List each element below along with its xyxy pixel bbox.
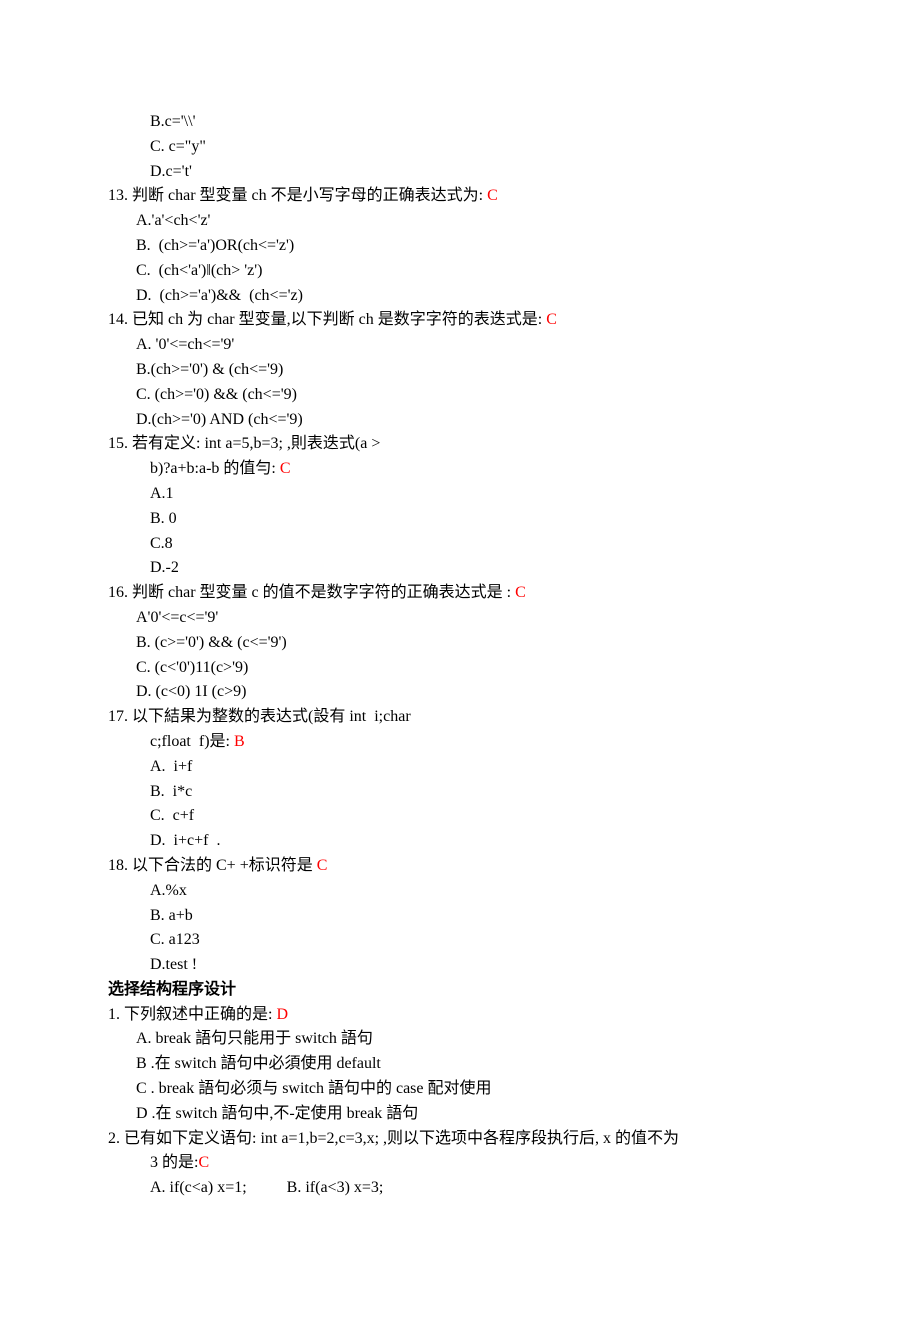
answer-letter: C <box>546 311 557 328</box>
line-text: D. (ch>='a')&& (ch<='z) <box>136 287 303 304</box>
text-line: B. (c>='0') && (c<='9') <box>108 631 800 656</box>
line-text: B. i*c <box>150 783 192 800</box>
text-line: B. 0 <box>108 507 800 532</box>
line-text: B. 0 <box>150 510 177 527</box>
line-text: D. (c<0) 1I (c>9) <box>136 683 246 700</box>
text-line: B.c='\\' <box>108 110 800 135</box>
text-line: C. (c<'0')11(c>'9) <box>108 656 800 681</box>
text-line: C. c="y" <box>108 135 800 160</box>
line-text: A. '0'<=ch<='9' <box>136 336 234 353</box>
line-text: A. i+f <box>150 758 192 775</box>
line-text: B. (ch>='a')OR(ch<='z') <box>136 237 294 254</box>
text-line: A. break 語句只能用于 switch 語句 <box>108 1027 800 1052</box>
text-line: 14. 已知 ch 为 char 型变量,以下判断 ch 是数字字符的表迭式是:… <box>108 308 800 333</box>
line-text: D.test ! <box>150 956 197 973</box>
text-line: b)?a+b:a-b 的值勻: C <box>108 457 800 482</box>
text-line: C. c+f <box>108 804 800 829</box>
text-line: C . break 語句必须与 switch 語句中的 case 配对使用 <box>108 1077 800 1102</box>
line-text: C. (ch>='0) && (ch<='9) <box>136 386 297 403</box>
line-text: c;float f)是: <box>150 733 234 750</box>
line-text: 14. 已知 ch 为 char 型变量,以下判断 ch 是数字字符的表迭式是: <box>108 311 546 328</box>
text-line: 16. 判断 char 型变量 c 的值不是数字字符的正确表达式是 : C <box>108 581 800 606</box>
text-line: D.c='t' <box>108 160 800 185</box>
text-line: 13. 判断 char 型变量 ch 不是小写字母的正确表达式为: C <box>108 184 800 209</box>
line-text: 选择结构程序设计 <box>108 981 236 998</box>
line-text: 3 的是: <box>150 1154 198 1171</box>
text-line: D.-2 <box>108 556 800 581</box>
text-line: 3 的是:C <box>108 1151 800 1176</box>
text-line: D.(ch>='0) AND (ch<='9) <box>108 408 800 433</box>
line-text: B.(ch>='0') & (ch<='9) <box>136 361 283 378</box>
line-text: A.1 <box>150 485 174 502</box>
text-line: 选择结构程序设计 <box>108 978 800 1003</box>
line-text: 17. 以下結果为整数的表达式(設有 int i;char <box>108 708 411 725</box>
line-text: 1. 下列叙述中正确的是: <box>108 1006 276 1023</box>
text-line: C.8 <box>108 532 800 557</box>
line-text: C. c+f <box>150 807 194 824</box>
text-line: B. a+b <box>108 904 800 929</box>
line-text: A. if(c<a) x=1; B. if(a<3) x=3; <box>150 1179 383 1196</box>
line-text: C. (ch<'a')‖(ch> 'z') <box>136 262 262 279</box>
answer-letter: B <box>234 733 245 750</box>
line-text: C . break 語句必须与 switch 語句中的 case 配对使用 <box>136 1080 492 1097</box>
text-line: 18. 以下合法的 C+ +标识符是 C <box>108 854 800 879</box>
line-text: A. break 語句只能用于 switch 語句 <box>136 1030 373 1047</box>
line-text: D. i+c+f . <box>150 832 220 849</box>
answer-letter: C <box>317 857 328 874</box>
text-line: A.%x <box>108 879 800 904</box>
line-text: D .在 switch 語句中,不-定使用 break 語句 <box>136 1105 418 1122</box>
line-text: 13. 判断 char 型变量 ch 不是小写字母的正确表达式为: <box>108 187 487 204</box>
text-line: A. if(c<a) x=1; B. if(a<3) x=3; <box>108 1176 800 1201</box>
text-line: 2. 已有如下定义语句: int a=1,b=2,c=3,x; ,则以下选项中各… <box>108 1127 800 1152</box>
text-line: D. (ch>='a')&& (ch<='z) <box>108 284 800 309</box>
line-text: 15. 若有定义: int a=5,b=3; ,則表迭式(a > <box>108 435 380 452</box>
text-line: 17. 以下結果为整数的表达式(設有 int i;char <box>108 705 800 730</box>
line-text: 2. 已有如下定义语句: int a=1,b=2,c=3,x; ,则以下选项中各… <box>108 1130 679 1147</box>
line-text: b)?a+b:a-b 的值勻: <box>150 460 280 477</box>
line-text: A.'a'<ch<'z' <box>136 212 210 229</box>
line-text: D.-2 <box>150 559 179 576</box>
text-line: D.test ! <box>108 953 800 978</box>
line-text: C.8 <box>150 535 173 552</box>
text-line: D .在 switch 語句中,不-定使用 break 語句 <box>108 1102 800 1127</box>
text-line: A. '0'<=ch<='9' <box>108 333 800 358</box>
answer-letter: C <box>198 1154 209 1171</box>
text-line: A.'a'<ch<'z' <box>108 209 800 234</box>
line-text: B. (c>='0') && (c<='9') <box>136 634 287 651</box>
text-line: A. i+f <box>108 755 800 780</box>
text-line: 15. 若有定义: int a=5,b=3; ,則表迭式(a > <box>108 432 800 457</box>
line-text: A.%x <box>150 882 187 899</box>
text-line: A.1 <box>108 482 800 507</box>
answer-letter: D <box>276 1006 288 1023</box>
text-line: B. i*c <box>108 780 800 805</box>
line-text: D.(ch>='0) AND (ch<='9) <box>136 411 303 428</box>
line-text: C. (c<'0')11(c>'9) <box>136 659 248 676</box>
line-text: C. a123 <box>150 931 200 948</box>
line-text: B.c='\\' <box>150 113 195 130</box>
line-text: D.c='t' <box>150 163 192 180</box>
text-line: C. a123 <box>108 928 800 953</box>
text-line: A'0'<=c<='9' <box>108 606 800 631</box>
line-text: B. a+b <box>150 907 193 924</box>
text-line: B. (ch>='a')OR(ch<='z') <box>108 234 800 259</box>
text-line: 1. 下列叙述中正确的是: D <box>108 1003 800 1028</box>
line-text: 18. 以下合法的 C+ +标识符是 <box>108 857 317 874</box>
answer-letter: C <box>487 187 498 204</box>
text-line: B.(ch>='0') & (ch<='9) <box>108 358 800 383</box>
text-line: D. i+c+f . <box>108 829 800 854</box>
document-page: B.c='\\' C. c="y" D.c='t' 13. 判断 char 型变量 c… <box>0 0 920 1321</box>
answer-letter: C <box>515 584 526 601</box>
answer-letter: C <box>280 460 291 477</box>
text-line: D. (c<0) 1I (c>9) <box>108 680 800 705</box>
text-line: C. (ch<'a')‖(ch> 'z') <box>108 259 800 284</box>
text-line: C. (ch>='0) && (ch<='9) <box>108 383 800 408</box>
line-text: B .在 switch 語句中必須使用 default <box>136 1055 381 1072</box>
line-text: C. c="y" <box>150 138 206 155</box>
text-line: c;float f)是: B <box>108 730 800 755</box>
line-text: 16. 判断 char 型变量 c 的值不是数字字符的正确表达式是 : <box>108 584 515 601</box>
text-line: B .在 switch 語句中必須使用 default <box>108 1052 800 1077</box>
line-text: A'0'<=c<='9' <box>136 609 218 626</box>
